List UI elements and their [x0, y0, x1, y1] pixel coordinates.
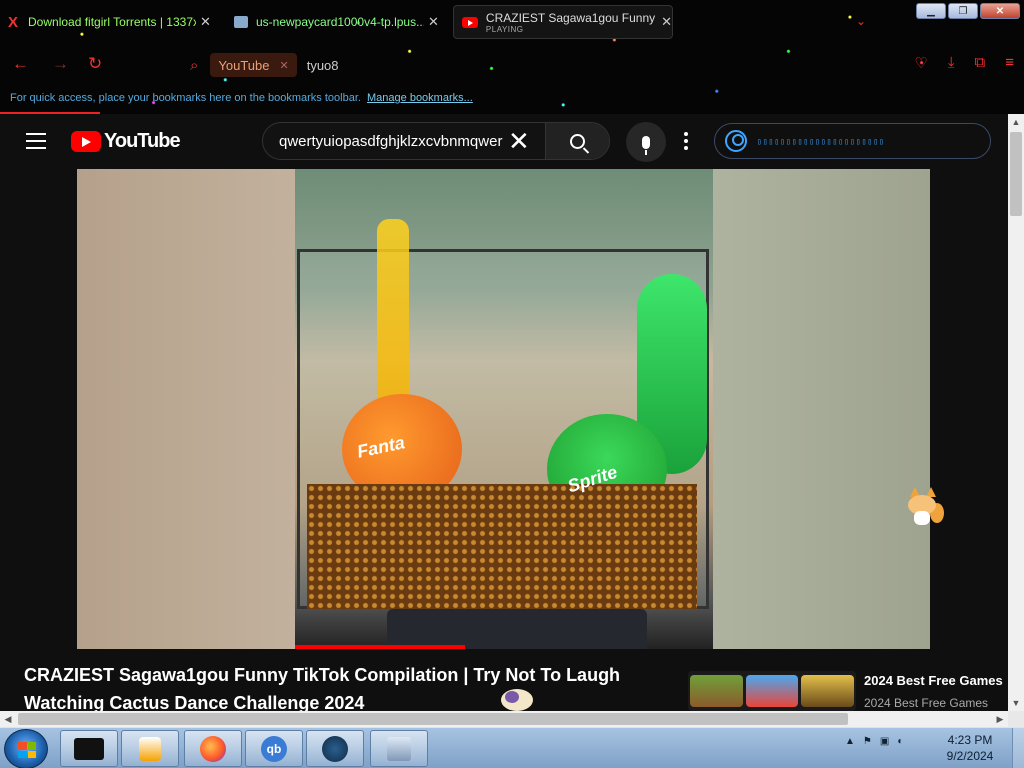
close-window-button[interactable]: ✕: [980, 3, 1020, 19]
recommendation-title[interactable]: 2024 Best Free Games: [864, 673, 1003, 688]
bookmarks-toolbar: For quick access, place your bookmarks h…: [10, 92, 473, 104]
forward-arrow-icon[interactable]: →: [52, 54, 69, 74]
address-input[interactable]: tyuo8: [307, 58, 339, 73]
reload-icon[interactable]: ↻: [88, 54, 102, 74]
window-controls: ▁ ❐ ✕: [916, 3, 1020, 19]
fox-mascot-icon: [906, 487, 944, 527]
search-engine-chip[interactable]: YouTube ✕: [210, 53, 297, 77]
taskbar: qb ▲ ⚑ ▣ ◐ 4:23 PM 9/2/2024: [0, 727, 1024, 768]
tab-fitgirl[interactable]: X Download fitgirl Torrents | 1337x ✕: [8, 6, 218, 38]
watch-page: Fanta Sprite CRAZIEST Sagawa1gou Funny T…: [0, 169, 1008, 713]
card-icon: [234, 16, 248, 28]
address-bar[interactable]: ⌕ YouTube ✕ tyuo8: [184, 51, 864, 79]
search-box: ✕: [262, 122, 610, 160]
search-icon: ⌕: [190, 56, 199, 74]
show-desktop-button[interactable]: [1012, 728, 1024, 768]
close-tab-icon[interactable]: ✕: [661, 14, 672, 30]
list-tabs-chevron-icon[interactable]: ⌄: [856, 14, 866, 28]
scroll-left-icon[interactable]: ◀: [0, 711, 16, 727]
tab-playing-label: PLAYING: [485, 24, 524, 34]
chip-close-icon[interactable]: ✕: [280, 59, 289, 72]
search-input[interactable]: [279, 132, 503, 150]
video-title: CRAZIEST Sagawa1gou Funny TikTok Compila…: [24, 665, 621, 713]
network-tray-icon[interactable]: ▣: [880, 736, 889, 747]
clock-date: 9/2/2024: [946, 749, 994, 763]
video-progress-bar[interactable]: [295, 645, 465, 649]
scroll-down-icon[interactable]: ▼: [1008, 695, 1024, 711]
clock-time: 4:23 PM: [947, 733, 993, 747]
taskbar-firefox[interactable]: [184, 730, 242, 767]
browser-chrome: X Download fitgirl Torrents | 1337x ✕ us…: [0, 0, 1024, 114]
scroll-up-icon[interactable]: ▲: [1008, 114, 1024, 130]
explorer-icon: [74, 737, 104, 760]
settings-kebab-icon[interactable]: [684, 132, 688, 150]
scroll-right-icon[interactable]: ▶: [992, 711, 1008, 727]
recommendation-thumbnail[interactable]: [688, 671, 856, 711]
flag-tray-icon[interactable]: ⚑: [863, 736, 872, 747]
media-player-icon: [139, 736, 161, 761]
tab-paycard[interactable]: us-newpaycard1000v4-tp.lpus... ✕: [234, 6, 444, 38]
windows-logo-icon: [18, 742, 36, 758]
sign-in-label: ▯▯▯▯▯▯▯▯▯▯▯▯▯▯▯▯▯▯▯▯▯▯: [757, 136, 885, 146]
voice-search-button[interactable]: [626, 122, 666, 162]
close-tab-icon[interactable]: ✕: [428, 14, 439, 30]
toolbar-actions: ♡ ⤓ ⧉ ≡: [914, 54, 1014, 72]
back-arrow-icon[interactable]: ←: [12, 54, 29, 74]
clock[interactable]: 4:23 PM 9/2/2024: [940, 732, 1000, 764]
taskbar-network-app[interactable]: [370, 730, 428, 767]
x-icon: X: [8, 13, 19, 31]
sign-in-button[interactable]: ▯▯▯▯▯▯▯▯▯▯▯▯▯▯▯▯▯▯▯▯▯▯: [714, 123, 991, 159]
bookmarks-hint: For quick access, place your bookmarks h…: [10, 92, 361, 104]
youtube-logo[interactable]: YouTube: [71, 130, 181, 153]
youtube-logo-text: YouTube: [104, 130, 181, 152]
hamburger-menu-icon[interactable]: [26, 133, 46, 149]
steam-icon: [322, 735, 348, 762]
scroll-thumb[interactable]: [18, 713, 848, 725]
microphone-icon: [642, 135, 650, 155]
gel-beads: [307, 484, 697, 609]
qbittorrent-icon: qb: [261, 735, 287, 762]
navigation-toolbar: ← → ↻ ⌕ YouTube ✕ tyuo8 ♡ ⤓ ⧉ ≡: [0, 48, 1024, 82]
taskbar-steam[interactable]: [306, 730, 364, 767]
recommendation-card[interactable]: 2024 Best Free Games 2024 Best Free Game…: [688, 671, 1008, 711]
search-icon: [570, 133, 585, 149]
network-app-icon: [387, 736, 411, 761]
system-tray: ▲ ⚑ ▣ ◐: [845, 736, 903, 747]
recommendation-channel[interactable]: 2024 Best Free Games: [864, 696, 988, 710]
minimize-button[interactable]: ▁: [916, 3, 946, 19]
minecraft-thumb: [690, 675, 743, 707]
firefox-icon: [200, 735, 226, 762]
volume-tray-icon[interactable]: ◐: [897, 736, 903, 747]
scroll-thumb[interactable]: [1010, 132, 1022, 216]
start-button[interactable]: [4, 729, 48, 768]
youtube-play-icon: [71, 131, 101, 152]
vertical-scrollbar[interactable]: ▲ ▼: [1008, 114, 1024, 711]
video-player[interactable]: Fanta Sprite: [77, 169, 930, 649]
menu-icon[interactable]: ≡: [1005, 54, 1014, 72]
tab-youtube-active[interactable]: CRAZIEST Sagawa1gou Funny PLAYING ✕: [453, 5, 673, 39]
taskbar-media-player[interactable]: [121, 730, 179, 767]
downloads-icon[interactable]: ⤓: [948, 54, 955, 72]
taskbar-explorer[interactable]: [60, 730, 118, 767]
close-tab-icon[interactable]: ✕: [200, 14, 211, 30]
youtube-header: YouTube ✕ ▯▯▯▯▯▯▯▯▯▯▯▯▯▯▯▯▯▯▯▯▯▯: [0, 114, 1008, 169]
taskbar-qbittorrent[interactable]: qb: [245, 730, 303, 767]
desktop-screen: X Download fitgirl Torrents | 1337x ✕ us…: [0, 0, 1024, 768]
temple-run-thumb: [801, 675, 855, 707]
tab-label: Download fitgirl Torrents | 1337x: [28, 15, 197, 29]
extensions-icon[interactable]: ⧉: [975, 54, 986, 72]
manage-bookmarks-link[interactable]: Manage bookmarks...: [367, 92, 473, 104]
subway-surfers-thumb: [745, 675, 799, 707]
search-button[interactable]: [545, 123, 609, 159]
clear-search-icon[interactable]: ✕: [505, 126, 533, 157]
tab-label: CRAZIEST Sagawa1gou Funny: [485, 10, 656, 25]
tab-label: us-newpaycard1000v4-tp.lpus...: [256, 15, 424, 29]
chip-label: YouTube: [218, 57, 270, 73]
horizontal-scrollbar[interactable]: ◀ ▶: [0, 711, 1008, 727]
pocket-icon[interactable]: ♡: [914, 54, 927, 72]
show-hidden-icons[interactable]: ▲: [845, 736, 855, 747]
restore-button[interactable]: ❐: [948, 3, 978, 19]
youtube-icon: [462, 16, 478, 28]
account-icon: [725, 130, 747, 152]
